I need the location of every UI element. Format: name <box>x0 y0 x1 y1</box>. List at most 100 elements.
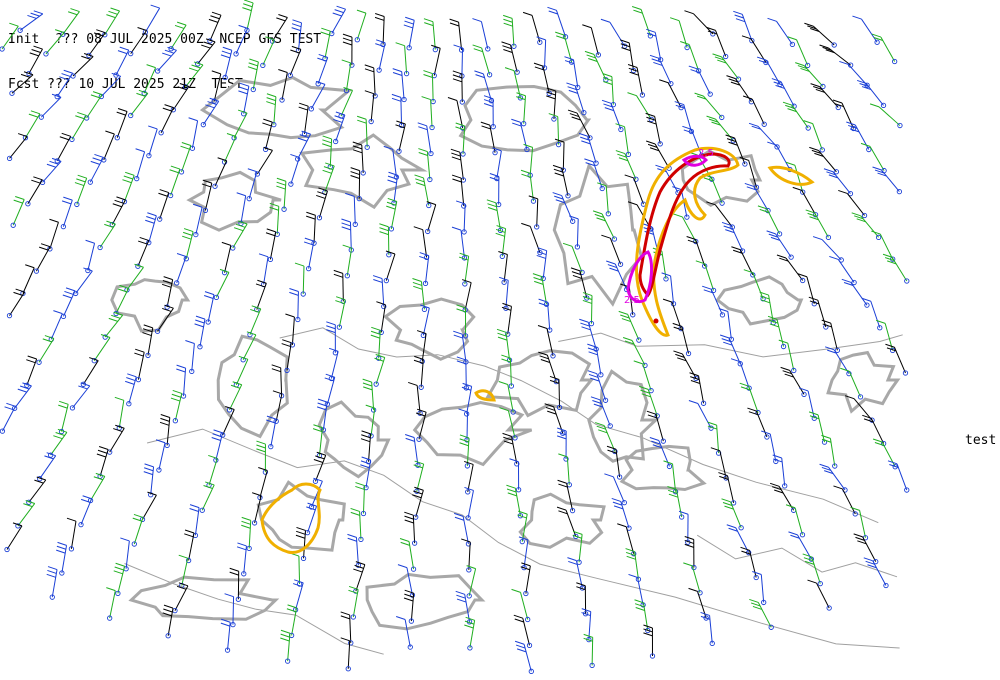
wind-barb <box>0 402 16 434</box>
wind-barb <box>829 255 857 286</box>
wind-barb <box>37 452 57 482</box>
wind-barb <box>91 334 111 364</box>
wind-barb <box>69 111 87 143</box>
wind-barb <box>860 142 887 174</box>
wind-barb <box>538 298 553 333</box>
wind-barb <box>514 640 534 674</box>
gray-contour <box>128 575 280 621</box>
wind-barb <box>106 587 116 621</box>
wind-barb <box>109 196 126 228</box>
wind-barb <box>15 500 36 529</box>
wind-barb <box>54 69 74 100</box>
wind-barb <box>694 92 725 121</box>
wind-barb <box>157 189 170 222</box>
wind-barb <box>195 38 216 67</box>
wind-barb <box>326 321 339 356</box>
orange-contour <box>634 146 740 337</box>
wind-barb <box>795 62 826 90</box>
wind-barb <box>419 252 430 287</box>
wind-barb <box>178 141 192 175</box>
wind-barb <box>618 310 642 343</box>
wind-barb <box>315 53 329 87</box>
wind-barb <box>17 10 44 33</box>
wind-barb <box>821 319 841 353</box>
wind-barb <box>733 10 755 44</box>
wind-barb <box>58 400 69 435</box>
wind-barb <box>832 99 857 132</box>
wind-barb <box>819 463 848 493</box>
wind-barb <box>162 604 174 639</box>
wind-barb <box>841 278 870 308</box>
wind-barb <box>721 498 744 531</box>
orange-contour <box>260 482 322 555</box>
wind-barb <box>412 486 424 520</box>
wind-barb <box>772 454 788 489</box>
wind-barb <box>155 439 166 473</box>
wind-barb <box>464 616 476 651</box>
wind-barb <box>341 218 354 253</box>
wind-barb <box>271 364 285 399</box>
gray-contour <box>186 170 282 232</box>
wind-barb <box>688 400 714 431</box>
wind-barb <box>678 510 691 545</box>
weather-map[interactable]: 2.5 2.5 <box>0 0 1000 680</box>
wind-barb <box>26 45 43 77</box>
wind-barb <box>289 288 301 323</box>
wind-barb <box>46 566 58 600</box>
wind-barb <box>706 115 736 144</box>
wind-barb <box>354 9 367 43</box>
wind-barb <box>114 108 128 141</box>
wind-barb <box>741 35 769 66</box>
wind-barb <box>298 102 309 137</box>
wind-barb <box>852 15 880 45</box>
wind-barb <box>141 64 157 96</box>
wind-barb <box>155 46 177 74</box>
wind-barb <box>546 87 557 122</box>
wind-barb <box>804 22 837 48</box>
wind-barb <box>885 343 909 376</box>
wind-barb <box>280 629 291 664</box>
wind-barb <box>821 434 838 469</box>
wind-barb <box>167 165 181 199</box>
wind-barb <box>726 75 755 105</box>
wind-barb <box>548 113 562 148</box>
wind-barb <box>335 296 346 330</box>
wind-barb <box>194 315 206 350</box>
wind-barb <box>649 54 674 87</box>
wind-barb <box>304 502 318 536</box>
red-marker <box>653 318 659 324</box>
wind-barb <box>383 250 396 284</box>
wind-barb <box>887 460 910 493</box>
wind-barb <box>85 239 96 274</box>
wind-barb <box>807 579 832 611</box>
wind-barb <box>522 11 543 45</box>
gray-contour <box>317 400 391 479</box>
wind-barb <box>846 121 872 153</box>
wind-barb <box>631 5 654 39</box>
wind-barb <box>726 524 752 556</box>
gray-contour <box>619 444 707 492</box>
wind-barb <box>570 267 590 301</box>
wind-barb <box>333 269 346 305</box>
wind-barb <box>627 63 646 98</box>
wind-barb <box>182 61 204 90</box>
wind-barb <box>615 150 639 182</box>
wind-barb <box>288 153 300 187</box>
wind-barb <box>511 588 531 623</box>
wind-barb <box>742 95 767 127</box>
wind-barb <box>212 157 228 189</box>
wind-barb <box>233 24 249 57</box>
wind-barb <box>287 45 302 78</box>
wind-barb <box>767 17 796 48</box>
wind-barb <box>627 92 654 123</box>
wind-barb <box>839 60 870 88</box>
wind-barb <box>207 11 222 44</box>
gray-contour <box>715 275 804 326</box>
wind-barb <box>622 337 648 368</box>
gray-contour <box>826 350 901 414</box>
wind-barb <box>143 463 155 498</box>
wind-barb <box>620 39 637 74</box>
gray-contour <box>587 369 660 463</box>
wind-barb <box>131 513 144 547</box>
wind-barb <box>66 517 77 552</box>
